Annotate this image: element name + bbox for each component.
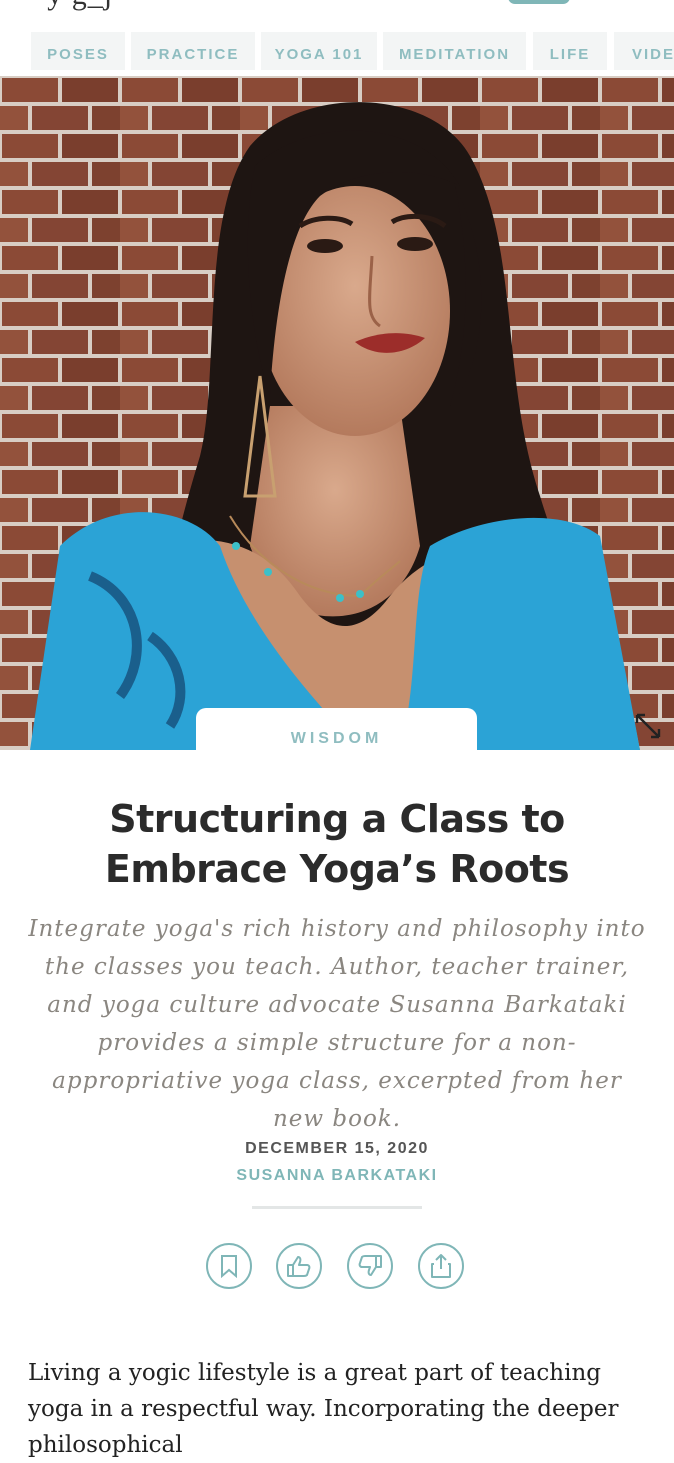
- article-date: DECEMBER 15, 2020: [245, 1140, 429, 1157]
- category-nav: POSES PRACTICE YOGA 101 MEDITATION LIFE …: [0, 32, 674, 72]
- thumbs-down-icon: [358, 1255, 382, 1276]
- hero-image: [0, 76, 674, 750]
- bookmark-icon: [221, 1255, 237, 1278]
- share-button[interactable]: [418, 1243, 464, 1289]
- thumbs-up-icon: [287, 1256, 311, 1277]
- dislike-button[interactable]: [347, 1243, 393, 1289]
- hero-photo-portrait: [0, 76, 674, 750]
- site-logo[interactable]: ~y g_j: [30, 0, 113, 12]
- category-label[interactable]: WISDOM: [196, 708, 477, 752]
- article-title: Structuring a Class to Embrace Yoga’s Ro…: [104, 797, 570, 891]
- expand-icon[interactable]: [634, 712, 662, 740]
- share-icon: [431, 1254, 451, 1278]
- article-author[interactable]: SUSANNA BARKATAKI: [0, 1167, 674, 1185]
- header-button[interactable]: [508, 0, 570, 4]
- site-header: ~y g_j: [0, 0, 674, 30]
- divider: [252, 1206, 422, 1209]
- article-dek: Integrate yoga's rich history and philos…: [28, 916, 646, 1132]
- bookmark-button[interactable]: [206, 1243, 252, 1289]
- nav-tab-videos[interactable]: VIDE: [614, 32, 674, 70]
- nav-tab-poses[interactable]: POSES: [31, 32, 125, 70]
- nav-tab-practice[interactable]: PRACTICE: [131, 32, 255, 70]
- nav-tab-yoga-101[interactable]: YOGA 101: [261, 32, 377, 70]
- nav-tab-meditation[interactable]: MEDITATION: [383, 32, 526, 70]
- article-body: Living a yogic lifestyle is a great part…: [28, 1360, 619, 1458]
- like-button[interactable]: [276, 1243, 322, 1289]
- nav-tab-life[interactable]: LIFE: [533, 32, 607, 70]
